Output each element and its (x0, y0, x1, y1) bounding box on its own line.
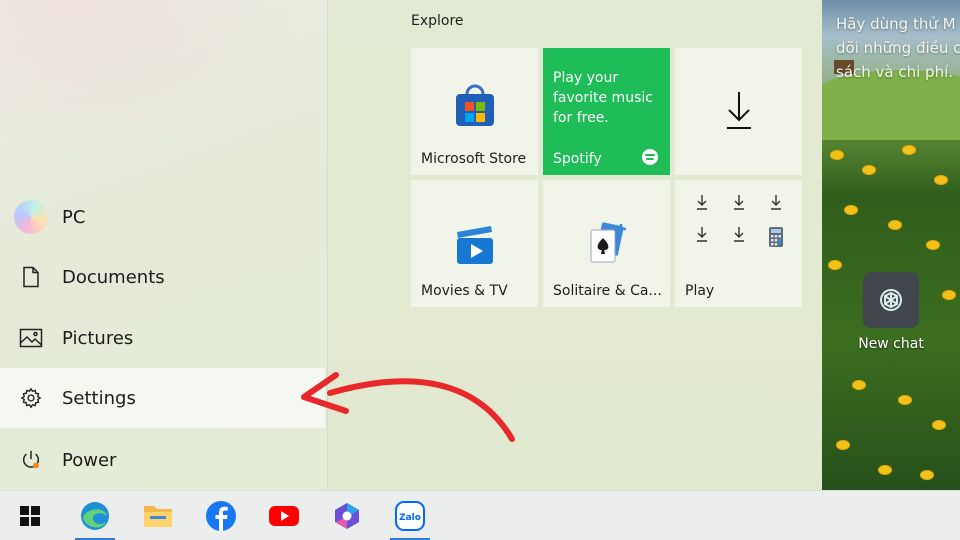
zalo-wordmark: Zalo (399, 513, 421, 523)
wallpaper-flower (934, 175, 948, 185)
spotlight-line: sách và chi phí. (836, 63, 954, 81)
taskbar-start-button[interactable] (4, 491, 56, 540)
pane-background (0, 0, 327, 160)
download-icon (683, 226, 720, 248)
power-icon (0, 449, 62, 471)
tile-movies-tv[interactable]: Movies & TV (411, 180, 538, 307)
nav-label: Pictures (62, 327, 134, 349)
taskbar-youtube[interactable] (258, 491, 310, 540)
wallpaper-spotlight-text: Hãy dùng thử M dõi những điều c sách và … (836, 12, 960, 84)
taskbar: Zalo (0, 490, 960, 540)
tile-label: Play (685, 283, 715, 299)
wallpaper-flower (888, 220, 902, 230)
download-icon (675, 90, 802, 130)
pictures-icon (0, 328, 62, 348)
taskbar-file-explorer[interactable] (132, 491, 184, 540)
nav-item-pc[interactable]: PC (0, 187, 325, 247)
wallpaper-flower (828, 260, 842, 270)
annotation-arrow (301, 372, 515, 442)
calculator-icon (758, 226, 795, 248)
taskbar-copilot[interactable] (321, 491, 373, 540)
windows-start-icon (20, 506, 40, 526)
zalo-icon: Zalo (395, 501, 425, 531)
download-icon (758, 194, 795, 210)
tile-download[interactable] (675, 48, 802, 175)
tile-label: Solitaire & Ca... (553, 283, 662, 299)
taskbar-edge[interactable] (69, 491, 121, 540)
gear-icon (0, 387, 62, 409)
desktop-wallpaper: Hãy dùng thử M dõi những điều c sách và … (822, 0, 960, 490)
tile-label: Movies & TV (421, 283, 508, 299)
wallpaper-flower (878, 465, 892, 475)
spotlight-line: Hãy dùng thử M (836, 15, 956, 33)
start-menu-left-pane: PC Documents Pictures Settings Power (0, 0, 327, 490)
wallpaper-flower (902, 145, 916, 155)
play-folder-grid (683, 194, 795, 248)
shortcut-label: New chat (858, 336, 924, 352)
nav-label: Settings (62, 387, 136, 409)
wallpaper-flower (920, 470, 934, 480)
nav-item-documents[interactable]: Documents (0, 247, 325, 307)
download-icon (683, 194, 720, 210)
tile-label: Spotify (553, 151, 602, 167)
desktop-shortcut-new-chat[interactable]: New chat (836, 272, 946, 352)
user-avatar (14, 200, 48, 234)
nav-label: Documents (62, 266, 165, 288)
youtube-icon (269, 506, 299, 526)
facebook-icon (206, 501, 236, 531)
spotify-icon (642, 149, 658, 165)
tile-play-folder[interactable]: Play (675, 180, 802, 307)
nav-label: Power (62, 449, 117, 471)
taskbar-zalo[interactable]: Zalo (384, 491, 436, 540)
tile-microsoft-store[interactable]: Microsoft Store (411, 48, 538, 175)
tile-label: Microsoft Store (421, 151, 527, 167)
wallpaper-flower (852, 380, 866, 390)
tile-promo-text: Play your favorite music for free. (553, 70, 653, 126)
nav-item-pictures[interactable]: Pictures (0, 308, 325, 368)
solitaire-icon (543, 220, 670, 268)
wallpaper-flower (926, 240, 940, 250)
nav-label: PC (62, 206, 86, 228)
wallpaper-flower (898, 395, 912, 405)
copilot-icon (335, 503, 359, 529)
spotlight-line: dõi những điều c (836, 39, 960, 57)
download-icon (720, 226, 757, 248)
tile-spotify[interactable]: Play your favorite music for free. Spoti… (543, 48, 670, 175)
tile-group-title: Explore (411, 13, 464, 29)
wallpaper-flower (862, 165, 876, 175)
file-explorer-icon (144, 506, 172, 527)
tile-solitaire[interactable]: Solitaire & Ca... (543, 180, 670, 307)
wallpaper-flower (844, 205, 858, 215)
nav-item-settings[interactable]: Settings (0, 368, 325, 428)
movies-tv-icon (411, 220, 538, 268)
nav-item-power[interactable]: Power (0, 430, 325, 490)
wallpaper-flower (830, 150, 844, 160)
download-icon (720, 194, 757, 210)
taskbar-facebook[interactable] (195, 491, 247, 540)
store-icon (411, 84, 538, 130)
wallpaper-flower (836, 440, 850, 450)
edge-icon (81, 502, 109, 530)
wallpaper-flower (932, 420, 946, 430)
chatgpt-icon (863, 272, 919, 328)
document-icon (0, 266, 62, 288)
